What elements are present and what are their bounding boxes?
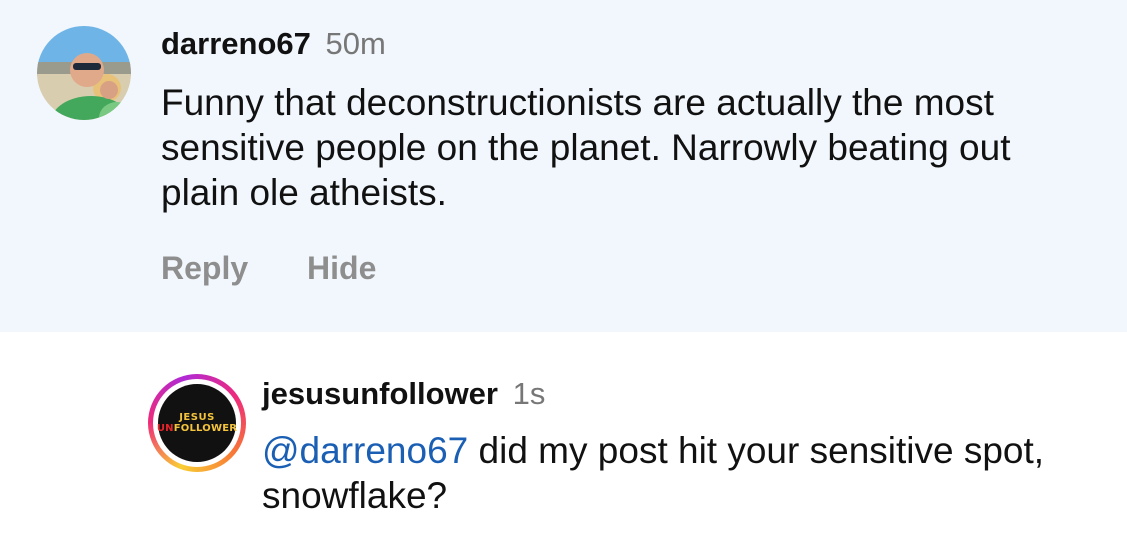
comment-actions: Reply Hide — [161, 248, 376, 288]
comment-text: Funny that deconstructionists are actual… — [161, 82, 1011, 213]
comment-timestamp: 50m — [325, 26, 386, 61]
mention-link[interactable]: @darreno67 — [262, 430, 468, 471]
reply-button[interactable]: Reply — [161, 250, 248, 286]
comment-username[interactable]: darreno67 — [161, 26, 311, 61]
avatar-darreno67[interactable] — [37, 26, 131, 120]
jesus-unfollower-logo: JESUS UNFOLLOWER — [157, 384, 237, 462]
reply-text: @darreno67 did my post hit your sensitiv… — [262, 428, 1102, 518]
reply-username[interactable]: jesusunfollower — [262, 376, 498, 411]
highlighted-comment: darreno67 50m Funny that deconstructioni… — [0, 0, 1127, 332]
avatar-ring: JESUS UNFOLLOWER — [153, 379, 241, 467]
avatar-jesusunfollower[interactable]: JESUS UNFOLLOWER — [148, 374, 246, 472]
avatar-photo-icon — [37, 26, 131, 120]
hide-button[interactable]: Hide — [307, 250, 376, 286]
reply-timestamp: 1s — [512, 376, 546, 411]
